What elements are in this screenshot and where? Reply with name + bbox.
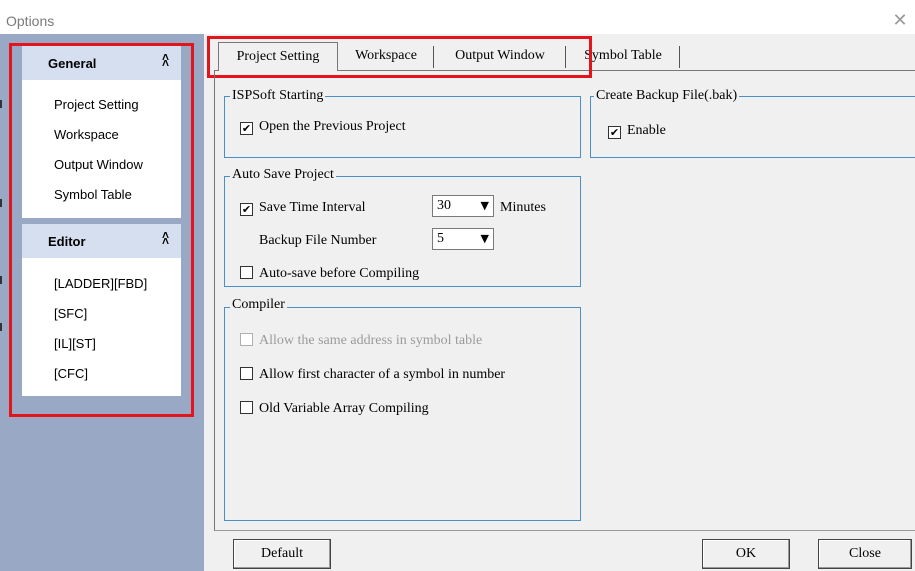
highlight-box-sidebar xyxy=(9,43,194,417)
checkbox-box[interactable] xyxy=(240,266,253,279)
sidebar-edge-mark xyxy=(0,323,2,331)
group-title: Compiler xyxy=(230,297,287,313)
auto-save-before-compiling-checkbox[interactable]: Auto-save before Compiling xyxy=(240,266,419,282)
open-previous-project-checkbox[interactable]: ✔ Open the Previous Project xyxy=(240,119,406,135)
checkbox-box[interactable]: ✔ xyxy=(240,122,253,135)
save-time-interval-checkbox[interactable]: ✔ Save Time Interval xyxy=(240,200,366,216)
title-bar: Options ✕ xyxy=(0,0,915,34)
default-button[interactable]: Default xyxy=(233,539,331,569)
tab-separator xyxy=(679,46,680,68)
checkbox-box[interactable]: ✔ xyxy=(240,203,253,216)
group-title: Create Backup File(.bak) xyxy=(594,88,740,104)
group-title: ISPSoft Starting xyxy=(230,88,326,104)
checkbox-box[interactable]: ✔ xyxy=(608,126,621,139)
checkbox-label: Old Variable Array Compiling xyxy=(259,401,429,416)
group-title: Auto Save Project xyxy=(230,167,336,183)
checkbox-label: Save Time Interval xyxy=(259,200,366,215)
checkbox-label: Enable xyxy=(627,123,666,138)
chevron-down-icon[interactable]: ▼ xyxy=(481,199,489,212)
checkbox-label: Auto-save before Compiling xyxy=(259,266,420,281)
same-address-checkbox: Allow the same address in symbol table xyxy=(240,333,482,349)
close-button[interactable]: Close xyxy=(818,539,912,569)
backup-file-number-label: Backup File Number xyxy=(259,233,377,248)
checkbox-box[interactable] xyxy=(240,367,253,380)
chevron-down-icon[interactable]: ▼ xyxy=(481,232,489,245)
save-interval-dropdown[interactable]: 30 ▼ xyxy=(432,195,494,217)
dropdown-value: 30 xyxy=(437,198,451,213)
ok-button[interactable]: OK xyxy=(702,539,790,569)
close-icon[interactable]: ✕ xyxy=(890,10,910,30)
sidebar-edge-mark xyxy=(0,276,2,284)
sidebar-edge-mark xyxy=(0,199,2,207)
minutes-label: Minutes xyxy=(500,200,546,215)
checkbox-box xyxy=(240,333,253,346)
checkbox-label: Allow first character of a symbol in num… xyxy=(259,367,506,382)
old-variable-array-checkbox[interactable]: Old Variable Array Compiling xyxy=(240,401,429,417)
checkbox-label: Allow the same address in symbol table xyxy=(259,333,483,348)
checkbox-box[interactable] xyxy=(240,401,253,414)
backup-number-dropdown[interactable]: 5 ▼ xyxy=(432,228,494,250)
first-char-number-checkbox[interactable]: Allow first character of a symbol in num… xyxy=(240,367,505,383)
enable-backup-checkbox[interactable]: ✔ Enable xyxy=(608,123,666,139)
window-title: Options xyxy=(6,13,55,29)
checkbox-label: Open the Previous Project xyxy=(259,119,406,134)
dropdown-value: 5 xyxy=(437,231,444,246)
sidebar-edge-mark xyxy=(0,100,2,108)
